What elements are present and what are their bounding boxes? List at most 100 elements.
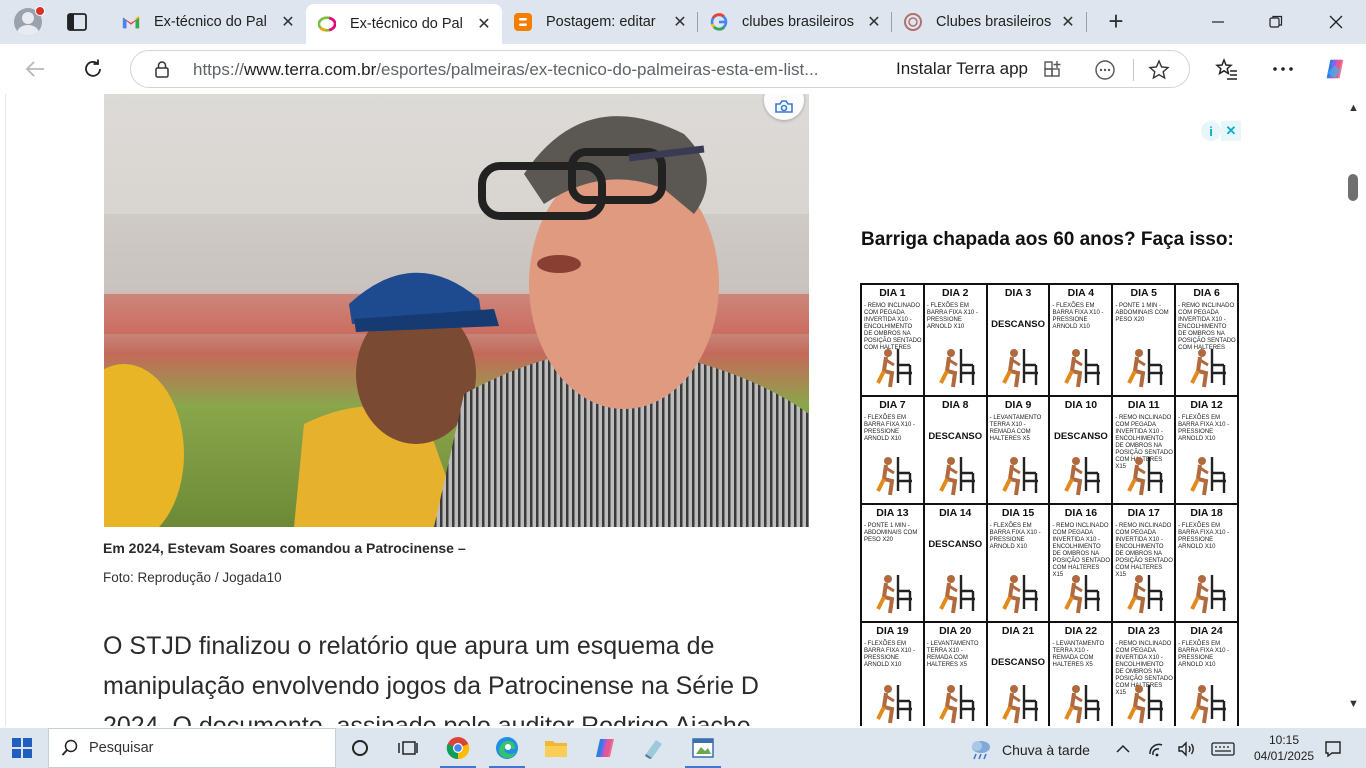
tab-title: Clubes brasileiros (936, 14, 1052, 30)
calendar-day-cell: DIA 21 DESCANSO (987, 623, 1051, 726)
close-window-button[interactable] (1308, 0, 1364, 44)
favorite-star-icon[interactable] (1147, 58, 1171, 82)
calendar-day-cell: DIA 22 - LEVANTAMENTO TERRA X10 - REMADA … (1050, 623, 1114, 726)
exercise-figure (1190, 685, 1227, 724)
day-label: DIA 16 (1064, 507, 1098, 519)
day-label: DIA 1 (879, 287, 906, 299)
windows-start-icon[interactable] (12, 738, 32, 758)
exercise-figure (1127, 685, 1164, 724)
url-text[interactable]: https://www.terra.com.br/esportes/palmei… (193, 60, 873, 80)
keyboard-icon[interactable] (1210, 738, 1236, 760)
scroll-down-arrow-icon[interactable]: ▼ (1348, 698, 1359, 710)
copilot-taskbar-icon[interactable] (581, 728, 629, 768)
more-tools-icon[interactable] (1093, 58, 1117, 82)
calendar-day-cell: DIA 16- REMO INCLINADO COM PEGADA INVERT… (1050, 505, 1114, 623)
cortana-icon[interactable] (336, 728, 384, 768)
calendar-day-cell: DIA 1- REMO INCLINADO COM PEGADA INVERTI… (862, 285, 925, 397)
calendar-day-cell: DIA 7 - FLEXÕES EM BARRA FIXA X10 - PRESS… (862, 397, 925, 505)
install-app-label[interactable]: Instalar Terra app (896, 59, 1028, 79)
scrollbar-thumb[interactable] (1348, 174, 1358, 201)
notifications-icon[interactable] (1322, 738, 1344, 760)
workout-calendar[interactable]: DIA 1- REMO INCLINADO COM PEGADA INVERTI… (860, 283, 1239, 726)
exercise-description: - LEVANTAMENTO TERRA X10 - REMADA COM HA… (1052, 641, 1105, 668)
refresh-button[interactable] (78, 54, 108, 84)
exercise-figure (1190, 575, 1227, 614)
calendar-day-cell: DIA 8 DESCANSO (924, 397, 988, 505)
wifi-icon[interactable] (1146, 738, 1168, 760)
browser-toolbar: https://www.terra.com.br/esportes/palmei… (0, 44, 1366, 94)
file-explorer-icon[interactable] (532, 728, 580, 768)
day-label: DIA 23 (1127, 625, 1160, 637)
close-tab-icon[interactable]: ✕ (474, 14, 494, 34)
calendar-day-cell: DIA 5 - PONTE 1 MIN - ABDOMINAIS COM PESO… (1113, 285, 1177, 397)
volume-icon[interactable] (1176, 738, 1198, 760)
new-tab-button[interactable]: + (1102, 8, 1130, 36)
show-hidden-icons-icon[interactable] (1112, 738, 1134, 760)
taskbar-search-box[interactable]: Pesquisar (48, 728, 336, 768)
advertisement[interactable]: i ✕ Barriga chapada aos 60 anos? Faça is… (851, 121, 1244, 726)
task-view-icon[interactable] (384, 728, 432, 768)
taskbar-clock[interactable]: 10:15 04/01/2025 (1254, 732, 1314, 764)
calendar-day-cell: DIA 20 - LEVANTAMENTO TERRA X10 - REMADA … (924, 623, 988, 726)
exercise-description: - FLEXÕES EM BARRA FIXA X10 - PRESSIONE … (864, 415, 916, 442)
tab-clubes[interactable]: Clubes brasileiros ✕ (892, 4, 1086, 40)
copilot-icon[interactable] (1322, 56, 1348, 82)
day-label: DIA 9 (1004, 399, 1032, 411)
lock-icon[interactable] (153, 60, 171, 78)
close-tab-icon[interactable]: ✕ (1058, 12, 1078, 32)
rest-day-label: DESCANSO (991, 319, 1045, 330)
tab-gmail[interactable]: Ex-técnico do Pal ✕ (110, 4, 306, 40)
ad-headline[interactable]: Barriga chapada aos 60 anos? Faça isso: (861, 229, 1234, 251)
clock-time: 10:15 (1268, 733, 1300, 747)
exercise-description: - FLEXÕES EM BARRA FIXA X10 - PRESSIONE … (989, 523, 1041, 550)
tab-google[interactable]: clubes brasileiros ✕ (698, 4, 892, 40)
address-bar[interactable]: https://www.terra.com.br/esportes/palmei… (130, 50, 1190, 88)
settings-more-icon[interactable] (1270, 56, 1296, 82)
url-prefix: https:// (193, 60, 245, 79)
tab-title: clubes brasileiros (742, 14, 855, 30)
exercise-description: - PONTE 1 MIN - ABDOMINAIS COM PESO X20 (1115, 303, 1169, 323)
ad-close-icon[interactable]: ✕ (1221, 121, 1241, 141)
scroll-up-arrow-icon[interactable]: ▲ (1348, 102, 1359, 114)
calendar-day-cell: DIA 24 - FLEXÕES EM BARRA FIXA X10 - PRES… (1176, 623, 1239, 726)
tab-terra-active[interactable]: Ex-técnico do Pal ✕ (306, 4, 502, 44)
exercise-description: - FLEXÕES EM BARRA FIXA X10 - PRESSIONE … (1178, 523, 1230, 550)
exercise-description: - FLEXÕES EM BARRA FIXA X10 - PRESSIONE … (1178, 641, 1230, 668)
minimize-button[interactable] (1190, 0, 1246, 44)
terra-icon (318, 15, 336, 33)
close-tab-icon[interactable]: ✕ (864, 12, 884, 32)
exercise-figure (1001, 685, 1038, 724)
weather-widget[interactable]: Chuva à tarde (968, 738, 1090, 762)
restore-button[interactable] (1248, 0, 1304, 44)
close-tab-icon[interactable]: ✕ (670, 12, 690, 32)
ad-info-icon[interactable]: i (1201, 121, 1221, 141)
day-label: DIA 3 (1004, 287, 1032, 299)
tab-blogger[interactable]: Postagem: editar ✕ (502, 4, 698, 40)
exercise-figure (876, 349, 912, 388)
exercise-figure (1001, 575, 1038, 614)
favorites-icon[interactable] (1214, 56, 1240, 82)
back-button[interactable] (20, 54, 50, 84)
chrome-taskbar-icon[interactable] (434, 728, 482, 768)
notification-dot (35, 6, 45, 16)
edge-taskbar-icon[interactable] (483, 728, 531, 768)
exercise-figure (1127, 457, 1164, 496)
calendar-day-cell: DIA 23- REMO INCLINADO COM PEGADA INVERT… (1113, 623, 1177, 726)
calendar-day-cell: DIA 12 - FLEXÕES EM BARRA FIXA X10 - PRES… (1176, 397, 1239, 505)
page-scrollbar[interactable]: ▲ ▼ (1342, 94, 1366, 726)
exercise-description: - FLEXÕES EM BARRA FIXA X10 - PRESSIONE … (1178, 415, 1230, 442)
day-label: DIA 4 (1067, 287, 1095, 299)
url-path: /esportes/palmeiras/ex-tecnico-do-palmei… (376, 60, 819, 79)
close-tab-icon[interactable]: ✕ (278, 12, 298, 32)
app-install-icon[interactable] (1041, 58, 1065, 82)
tab-title: Ex-técnico do Pal (154, 14, 267, 30)
tab-actions-icon[interactable] (64, 10, 90, 34)
article-photo[interactable] (104, 94, 809, 527)
rest-day-label: DESCANSO (991, 657, 1045, 668)
app-taskbar-icon[interactable] (630, 728, 678, 768)
exercise-figure (1064, 575, 1101, 614)
paint-taskbar-icon[interactable] (679, 728, 727, 768)
day-label: DIA 22 (1064, 625, 1098, 637)
weather-text: Chuva à tarde (1002, 742, 1090, 758)
ad-badge: i ✕ (1201, 121, 1241, 141)
